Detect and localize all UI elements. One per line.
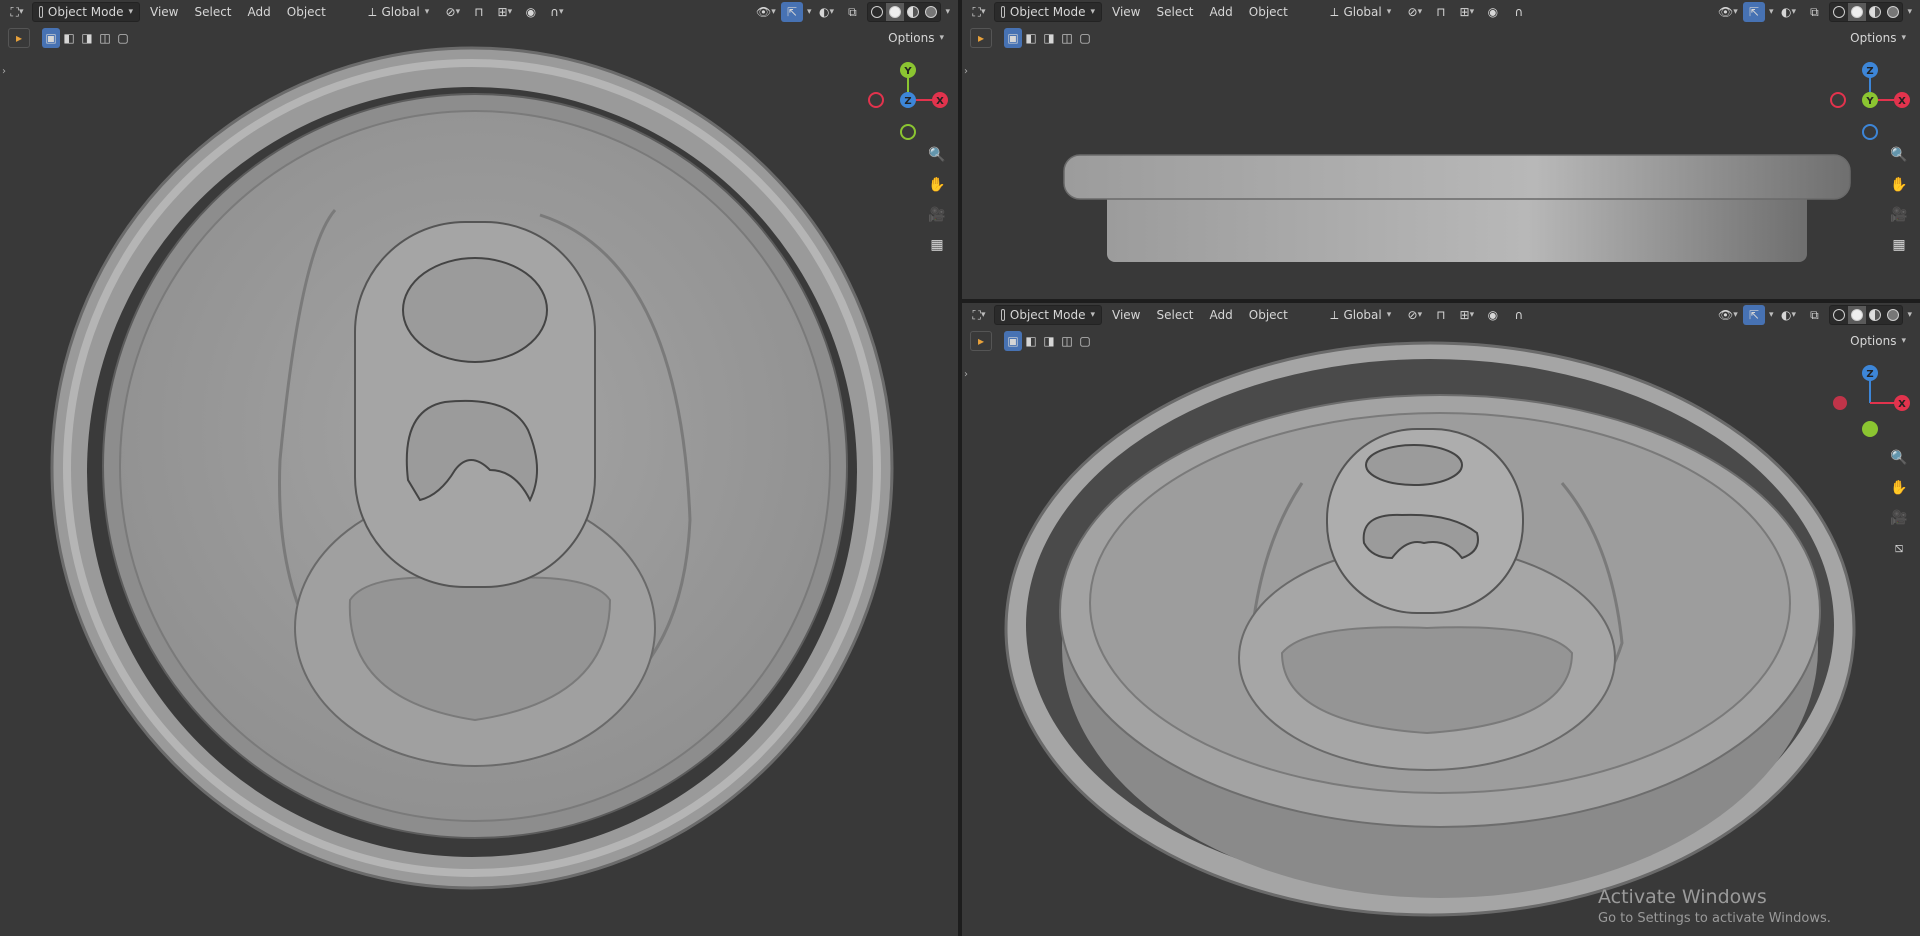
zoom-icon: 🔍 bbox=[1890, 450, 1908, 466]
z-axis-label: Z bbox=[1866, 66, 1873, 77]
ortho-toggle-button[interactable]: ▦ bbox=[1887, 233, 1911, 257]
zoom-icon: 🔍 bbox=[928, 147, 946, 163]
x-axis-label: X bbox=[1898, 399, 1906, 410]
ortho-toggle-button[interactable]: ▦ bbox=[925, 233, 949, 257]
camera-icon: 🎥 bbox=[1890, 207, 1908, 223]
z-axis-label: Z bbox=[1866, 369, 1873, 380]
hand-icon: ✋ bbox=[928, 177, 946, 193]
nav-gizmo[interactable]: Z X bbox=[1830, 363, 1910, 443]
x-axis-label: X bbox=[1898, 96, 1906, 107]
camera-button[interactable]: 🎥 bbox=[1887, 203, 1911, 227]
x-axis-label: X bbox=[936, 96, 944, 107]
y-axis-label: Y bbox=[1865, 96, 1874, 107]
viewport-top[interactable]: ⛶ ▾ Object Mode ▾ View Select Add Object … bbox=[0, 0, 958, 936]
can-lid-top-view bbox=[50, 46, 894, 890]
y-axis-handle[interactable] bbox=[1862, 421, 1878, 437]
hand-icon: ✋ bbox=[1890, 480, 1908, 496]
viewport-perspective[interactable]: ⛶ ▾ Object Mode ▾ View Select Add Object … bbox=[962, 303, 1920, 936]
perspective-grid-icon: ⧅ bbox=[1894, 540, 1904, 556]
pan-button[interactable]: ✋ bbox=[925, 173, 949, 197]
camera-button[interactable]: 🎥 bbox=[1887, 506, 1911, 530]
neg-x-handle[interactable] bbox=[868, 92, 884, 108]
can-lid-perspective-view bbox=[1004, 341, 1856, 917]
camera-icon: 🎥 bbox=[1890, 510, 1908, 526]
neg-y-handle[interactable] bbox=[900, 124, 916, 140]
camera-button[interactable]: 🎥 bbox=[925, 203, 949, 227]
y-axis-label: Y bbox=[903, 66, 912, 77]
viewport-front[interactable]: ⛶ ▾ Object Mode ▾ View Select Add Object … bbox=[962, 0, 1920, 299]
can-lid-front-view bbox=[1063, 154, 1851, 262]
perspective-toggle-button[interactable]: ⧅ bbox=[1887, 536, 1911, 560]
pan-button[interactable]: ✋ bbox=[1887, 173, 1911, 197]
nav-gizmo[interactable]: Y X Z bbox=[868, 60, 948, 140]
nav-gizmo[interactable]: Z X Y bbox=[1830, 60, 1910, 140]
watermark-subtitle: Go to Settings to activate Windows. bbox=[1598, 911, 1831, 926]
grid-icon: ▦ bbox=[1892, 237, 1906, 253]
camera-icon: 🎥 bbox=[928, 207, 946, 223]
watermark-title: Activate Windows bbox=[1598, 886, 1767, 908]
neg-x-handle[interactable] bbox=[1830, 92, 1846, 108]
zoom-button[interactable]: 🔍 bbox=[1887, 446, 1911, 470]
neg-z-handle[interactable] bbox=[1862, 124, 1878, 140]
pan-button[interactable]: ✋ bbox=[1887, 476, 1911, 500]
zoom-button[interactable]: 🔍 bbox=[1887, 143, 1911, 167]
windows-activation-watermark: Activate Windows Go to Settings to activ… bbox=[1598, 886, 1831, 926]
z-axis-label: Z bbox=[904, 96, 911, 107]
zoom-button[interactable]: 🔍 bbox=[925, 143, 949, 167]
hand-icon: ✋ bbox=[1890, 177, 1908, 193]
grid-icon: ▦ bbox=[930, 237, 944, 253]
neg-x-handle[interactable] bbox=[1833, 396, 1847, 410]
zoom-icon: 🔍 bbox=[1890, 147, 1908, 163]
